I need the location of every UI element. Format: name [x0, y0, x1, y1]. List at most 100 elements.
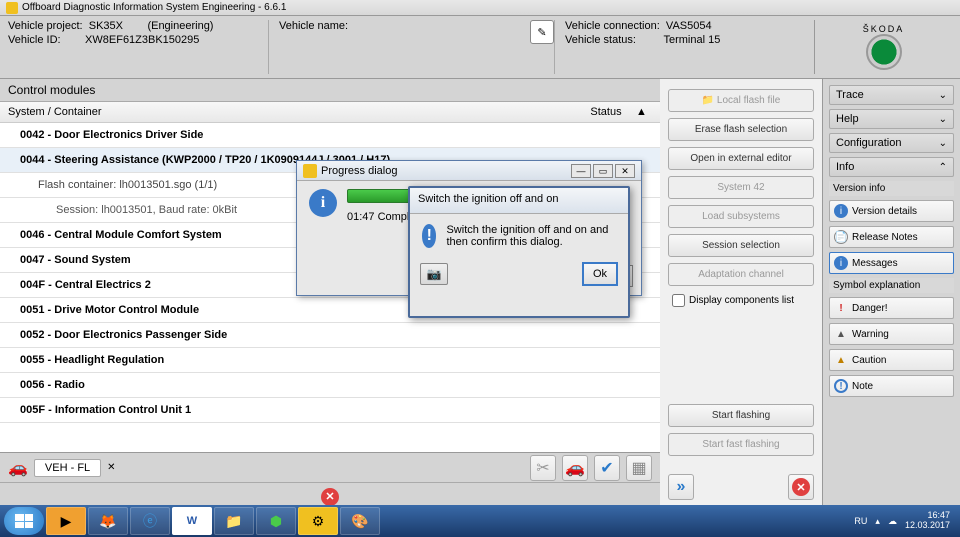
- system-tray[interactable]: RU ▴ ☁ 16:47 12.03.2017: [854, 511, 956, 531]
- start-button[interactable]: [4, 507, 44, 535]
- ie-icon[interactable]: ⓔ: [130, 507, 170, 535]
- module-row[interactable]: 005F - Information Control Unit 1: [0, 398, 660, 423]
- vehicle-project-label: Vehicle project:: [8, 20, 83, 32]
- ok-button[interactable]: Ok: [582, 262, 618, 286]
- modules-title: Control modules: [0, 79, 660, 102]
- weather-icon[interactable]: ☁: [888, 516, 897, 527]
- clock-date: 12.03.2017: [905, 521, 950, 531]
- module-row[interactable]: 0052 - Door Electronics Passenger Side: [0, 323, 660, 348]
- module-row[interactable]: 0056 - Radio: [0, 373, 660, 398]
- note-button[interactable]: !Note: [829, 375, 954, 397]
- tray-up-icon[interactable]: ▴: [875, 516, 880, 527]
- maximize-icon[interactable]: ▭: [593, 164, 613, 178]
- error-icon[interactable]: ✕: [321, 488, 339, 506]
- display-components-checkbox[interactable]: Display components list: [668, 292, 814, 309]
- taskbar[interactable]: ▶ 🦊 ⓔ W 📁 ⬢ ⚙ 🎨 RU ▴ ☁ 16:47 12.03.2017: [0, 505, 960, 537]
- local-flash-button[interactable]: 📁 Local flash file: [668, 89, 814, 112]
- module-row[interactable]: 0055 - Headlight Regulation: [0, 348, 660, 373]
- messages-button[interactable]: iMessages: [829, 252, 954, 274]
- info-icon: i: [834, 256, 848, 270]
- skoda-logo-icon: [866, 34, 902, 70]
- paint-icon[interactable]: 🎨: [340, 507, 380, 535]
- app-title: Offboard Diagnostic Information System E…: [22, 2, 286, 13]
- tab-close-icon[interactable]: ✕: [107, 462, 115, 473]
- car-icon[interactable]: 🚗: [8, 458, 28, 478]
- caution-icon: ▲: [834, 353, 848, 367]
- title-bar: Offboard Diagnostic Information System E…: [0, 0, 960, 16]
- col-status[interactable]: Status: [576, 106, 636, 118]
- app1-icon[interactable]: ⬢: [256, 507, 296, 535]
- explorer-icon[interactable]: 📁: [214, 507, 254, 535]
- danger-icon: !: [834, 301, 848, 315]
- close-icon[interactable]: ✕: [788, 474, 814, 500]
- action-panel: 📁 Local flash file Erase flash selection…: [660, 79, 822, 510]
- vehicle-header: Vehicle project: SK35X (Engineering) Veh…: [0, 16, 960, 79]
- vehicle-id: XW8EF61Z3BK150295: [85, 34, 199, 46]
- adaptation-button[interactable]: Adaptation channel: [668, 263, 814, 286]
- right-sidebar: Trace⌄ Help⌄ Configuration⌄ Info⌃ Versio…: [822, 79, 960, 510]
- vehicle-project: SK35X: [89, 20, 123, 32]
- lang-indicator[interactable]: RU: [854, 516, 867, 526]
- scroll-up-icon[interactable]: ▲: [636, 106, 652, 118]
- module-row[interactable]: 0042 - Door Electronics Driver Side: [0, 123, 660, 148]
- car-red-icon[interactable]: 🚗: [562, 455, 588, 481]
- help-panel[interactable]: Help⌄: [829, 109, 954, 129]
- version-info-label: Version info: [829, 181, 954, 196]
- configuration-panel[interactable]: Configuration⌄: [829, 133, 954, 153]
- forward-icon[interactable]: »: [668, 474, 694, 500]
- word-icon[interactable]: W: [172, 507, 212, 535]
- col-system[interactable]: System / Container: [8, 106, 576, 118]
- start-fast-flashing-button[interactable]: Start fast flashing: [668, 433, 814, 456]
- symbol-explanation-label: Symbol explanation: [829, 278, 954, 293]
- danger-button[interactable]: !Danger!: [829, 297, 954, 319]
- dialog-icon: [303, 164, 317, 178]
- chevron-icon: ⌄: [939, 90, 947, 101]
- warning-button[interactable]: ▲Warning: [829, 323, 954, 345]
- firefox-icon[interactable]: 🦊: [88, 507, 128, 535]
- load-subsystems-button[interactable]: Load subsystems: [668, 205, 814, 228]
- vehicle-tab[interactable]: VEH - FL: [34, 459, 101, 477]
- system42-button[interactable]: System 42: [668, 176, 814, 199]
- progress-title-bar[interactable]: Progress dialog — ▭ ✕: [297, 161, 641, 181]
- warning-icon: ▲: [834, 327, 848, 341]
- session-selection-button[interactable]: Session selection: [668, 234, 814, 257]
- odis-icon[interactable]: ⚙: [298, 507, 338, 535]
- vehicle-status: Terminal 15: [663, 34, 720, 46]
- trace-panel[interactable]: Trace⌄: [829, 85, 954, 105]
- chevron-icon: ⌄: [939, 138, 947, 149]
- chevron-icon: ⌄: [939, 114, 947, 125]
- edit-icon[interactable]: ✎: [530, 20, 554, 44]
- vehicle-connection-label: Vehicle connection:: [565, 20, 660, 32]
- info-panel[interactable]: Info⌃: [829, 157, 954, 177]
- info-icon: i: [834, 204, 848, 218]
- erase-flash-button[interactable]: Erase flash selection: [668, 118, 814, 141]
- check-icon[interactable]: ✔: [594, 455, 620, 481]
- chevron-icon: ⌃: [939, 162, 947, 173]
- cut-icon[interactable]: ✂: [530, 455, 556, 481]
- confirm-body-text: Switch the ignition off and on and then …: [446, 224, 616, 248]
- vehicle-status-label: Vehicle status:: [565, 34, 636, 46]
- minimize-icon[interactable]: —: [571, 164, 591, 178]
- app-icon: [6, 2, 18, 14]
- note-icon: !: [834, 379, 848, 393]
- confirm-dialog: Switch the ignition off and on ! Switch …: [408, 186, 630, 318]
- brand-name: ŠKODA: [863, 24, 905, 34]
- brand-logo-cell: ŠKODA: [814, 20, 952, 74]
- camera-icon[interactable]: 📷: [420, 263, 448, 285]
- version-details-button[interactable]: iVersion details: [829, 200, 954, 222]
- modules-table-header: System / Container Status ▲: [0, 102, 660, 123]
- checkbox-icon[interactable]: [672, 294, 685, 307]
- caution-button[interactable]: ▲Caution: [829, 349, 954, 371]
- info-icon: i: [309, 189, 337, 217]
- grid-icon[interactable]: ▦: [626, 455, 652, 481]
- open-external-button[interactable]: Open in external editor: [668, 147, 814, 170]
- footer-strip: 🚗 VEH - FL ✕ ✂ 🚗 ✔ ▦: [0, 452, 660, 482]
- vehicle-name-label: Vehicle name:: [279, 20, 348, 32]
- document-icon: 📄: [834, 230, 848, 244]
- windows-icon: [15, 514, 33, 528]
- vehicle-id-label: Vehicle ID:: [8, 34, 61, 46]
- start-flashing-button[interactable]: Start flashing: [668, 404, 814, 427]
- media-player-icon[interactable]: ▶: [46, 507, 86, 535]
- close-window-icon[interactable]: ✕: [615, 164, 635, 178]
- release-notes-button[interactable]: 📄Release Notes: [829, 226, 954, 248]
